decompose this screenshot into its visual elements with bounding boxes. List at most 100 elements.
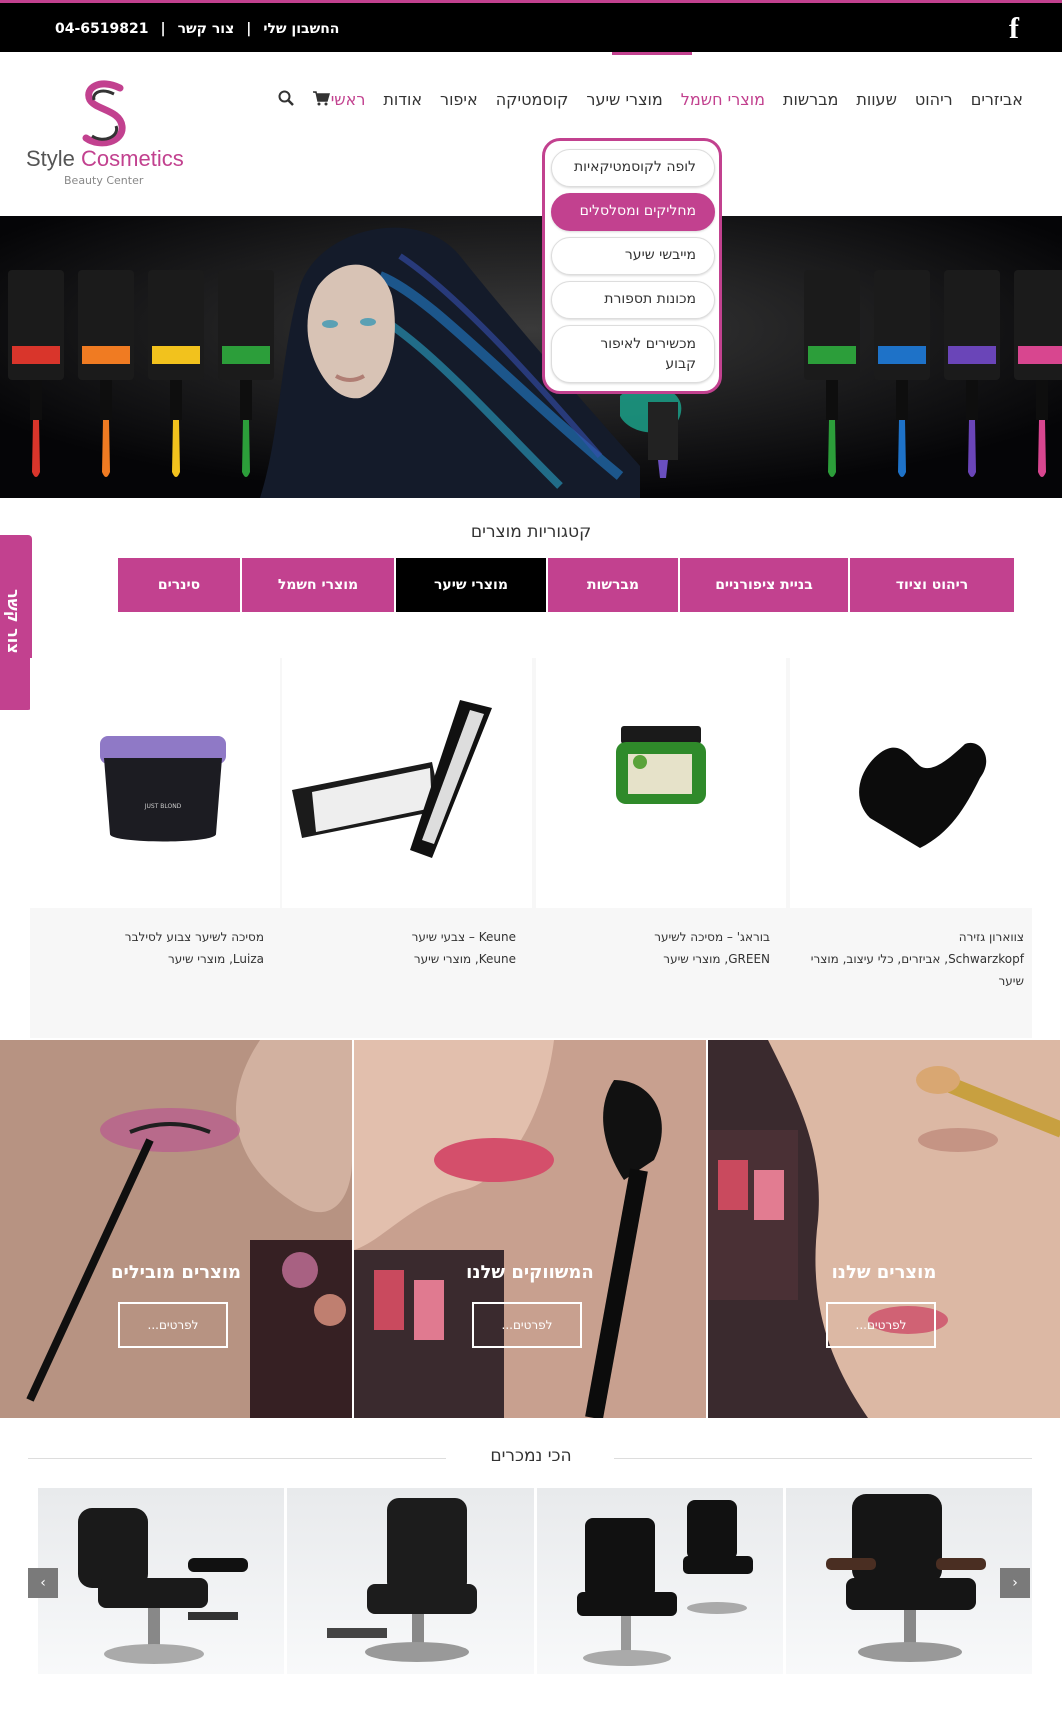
- divider-line: [614, 1458, 1032, 1459]
- nav-dropdown-menu: לופה לקוסמטיקאיות מחליקים ומסלסלים מייבשי …: [542, 138, 722, 394]
- color-drip: [828, 420, 836, 477]
- category-tab[interactable]: ריהוט וציוד: [850, 558, 1014, 612]
- logo-s-icon: [82, 80, 126, 147]
- logo-brand-cosmetics: Cosmetics: [81, 146, 184, 171]
- dropdown-item[interactable]: מכשירים לאיפור קבוע: [551, 325, 715, 383]
- chevron-left-icon: ‹: [40, 1575, 46, 1591]
- color-drip: [898, 420, 906, 477]
- promo-title: המשווקים שלנו: [466, 1262, 594, 1283]
- carousel-prev-button[interactable]: ‹: [28, 1568, 58, 1598]
- nav-item[interactable]: מוצרי חשמל: [672, 82, 774, 117]
- color-drip: [172, 420, 180, 477]
- category-tab[interactable]: מברשות: [548, 558, 678, 612]
- promo-details-button[interactable]: לפרטים...: [118, 1302, 228, 1348]
- color-drip: [1038, 420, 1046, 477]
- product-meta[interactable]: Luiza, מוצרי שיער: [30, 948, 264, 970]
- svg-text:JUST BLOND: JUST BLOND: [144, 803, 182, 810]
- category-tab[interactable]: מוצרי חשמל: [242, 558, 394, 612]
- nav-icons: [278, 90, 330, 106]
- barber-chair-image: [576, 1500, 753, 1666]
- dropdown-item[interactable]: לופה לקוסמטיקאיות: [551, 149, 715, 187]
- side-contact-tab[interactable]: צור קשר: [0, 535, 32, 710]
- product-title[interactable]: צווארון גזירה: [790, 926, 1024, 948]
- carousel-item[interactable]: [287, 1488, 534, 1674]
- product-image-mask-green[interactable]: [536, 658, 786, 908]
- tube-nozzle: [826, 380, 838, 420]
- side-contact-label: צור קשר: [4, 589, 23, 654]
- nav-item[interactable]: שעוות: [847, 82, 906, 117]
- category-tab[interactable]: בניית ציפורניים: [680, 558, 848, 612]
- facebook-icon[interactable]: f: [1002, 13, 1026, 45]
- silver-mask-jar-image: JUST BLOND: [100, 736, 226, 842]
- logo-brand: Style Cosmetics: [26, 146, 184, 172]
- product-title[interactable]: בוראג' – מסיכה לשיער: [536, 926, 770, 948]
- bestsellers-title: הכי נמכרים: [490, 1446, 572, 1466]
- bestsellers-carousel: [38, 1488, 1032, 1674]
- product-meta[interactable]: Schwarzkopf, אביזרים, כלי עיצוב, מוצרי ש…: [790, 948, 1024, 992]
- promo-image-brush: [354, 1040, 706, 1418]
- nav-item[interactable]: קוסמטיקה: [487, 82, 578, 117]
- product-info: בוראג' – מסיכה לשיער GREEN, מוצרי שיער: [536, 926, 786, 970]
- product-image-keune[interactable]: [282, 658, 532, 908]
- hero-tubes-image: [0, 216, 1062, 498]
- product-info: מסיכה לשיער צבוע לסילבר Luiza, מוצרי שיע…: [30, 926, 280, 970]
- main-nav: ראשי אודות איפור קוסמטיקה מוצרי שיער מוצרי חש…: [322, 82, 1032, 117]
- carousel-next-button[interactable]: ›: [1000, 1568, 1030, 1598]
- dropdown-item[interactable]: מחליקים ומסלסלים: [551, 193, 715, 231]
- product-title[interactable]: מסיכה לשיער צבוע לסילבר: [30, 926, 264, 948]
- dropdown-item[interactable]: מכונות תספורת: [551, 281, 715, 319]
- tube-color-band: [82, 346, 130, 364]
- green-jar-image: [616, 726, 706, 804]
- tube-color-band: [12, 346, 60, 364]
- color-drip: [32, 420, 40, 477]
- nav-item[interactable]: אודות: [374, 82, 431, 117]
- logo-brand-style: Style: [26, 146, 75, 171]
- nav-item[interactable]: מוצרי שיער: [577, 82, 671, 117]
- keune-box-image: [292, 700, 492, 858]
- barber-chair-image: [78, 1508, 248, 1664]
- product-image-silver-mask[interactable]: JUST BLOND: [30, 658, 280, 908]
- category-tabs: ריהוט וציוד בניית ציפורניים מברשות מוצרי שי…: [46, 558, 1014, 612]
- carousel-item[interactable]: [785, 1488, 1032, 1674]
- header: Style Cosmetics Beauty Center ראשי אודות א…: [0, 52, 1062, 216]
- tube-color-band: [222, 346, 270, 364]
- tube-color-band: [878, 346, 926, 364]
- category-tab[interactable]: סינרים: [118, 558, 240, 612]
- color-drip: [968, 420, 976, 477]
- product-meta[interactable]: GREEN, מוצרי שיער: [536, 948, 770, 970]
- my-account-link[interactable]: החשבון שלי: [263, 21, 339, 37]
- tube-nozzle: [170, 380, 182, 420]
- logo-subtitle: Beauty Center: [64, 174, 144, 187]
- product-info: צווארון גזירה Schwarzkopf, אביזרים, כלי …: [790, 926, 1040, 992]
- promo-details-button[interactable]: לפרטים...: [472, 1302, 582, 1348]
- color-drip: [242, 420, 250, 477]
- promo-image-eye-makeup: [0, 1040, 352, 1418]
- separator: |: [246, 21, 252, 37]
- logo[interactable]: Style Cosmetics Beauty Center: [26, 80, 186, 190]
- promo-panel-products: מוצרים שלנו לפרטים...: [708, 1040, 1060, 1418]
- nav-item[interactable]: מברשות: [774, 82, 847, 117]
- product-image-cape[interactable]: [790, 658, 1040, 908]
- cape-image: [859, 742, 987, 848]
- product-title[interactable]: Keune – צבעי שיער: [282, 926, 516, 948]
- search-icon[interactable]: [278, 90, 294, 106]
- chevron-right-icon: ›: [1012, 1575, 1018, 1591]
- promo-details-button[interactable]: לפרטים...: [826, 1302, 936, 1348]
- nav-item[interactable]: ריהוט: [906, 82, 962, 117]
- dropdown-item[interactable]: מייבשי שיער: [551, 237, 715, 275]
- carousel-item[interactable]: [38, 1488, 285, 1674]
- category-tab[interactable]: מוצרי שיער: [396, 558, 546, 612]
- cart-icon[interactable]: [312, 90, 330, 106]
- products-grid: JUST BLOND צווארון גזירה Schwarzkopf, אב…: [30, 658, 1040, 1038]
- product-info: Keune – צבעי שיער Keune, מוצרי שיער: [282, 926, 532, 970]
- nav-item[interactable]: אביזרים: [962, 82, 1032, 117]
- phone-number[interactable]: 04-6519821: [55, 21, 148, 37]
- product-meta[interactable]: Keune, מוצרי שיער: [282, 948, 516, 970]
- tube-color-band: [1018, 346, 1062, 364]
- separator: |: [160, 21, 166, 37]
- promo-title: מוצרים מובילים: [110, 1262, 242, 1283]
- promo-panel-leading: מוצרים מובילים לפרטים...: [0, 1040, 352, 1418]
- contact-link[interactable]: צור קשר: [178, 21, 235, 37]
- carousel-item[interactable]: [536, 1488, 783, 1674]
- nav-item[interactable]: איפור: [431, 82, 487, 117]
